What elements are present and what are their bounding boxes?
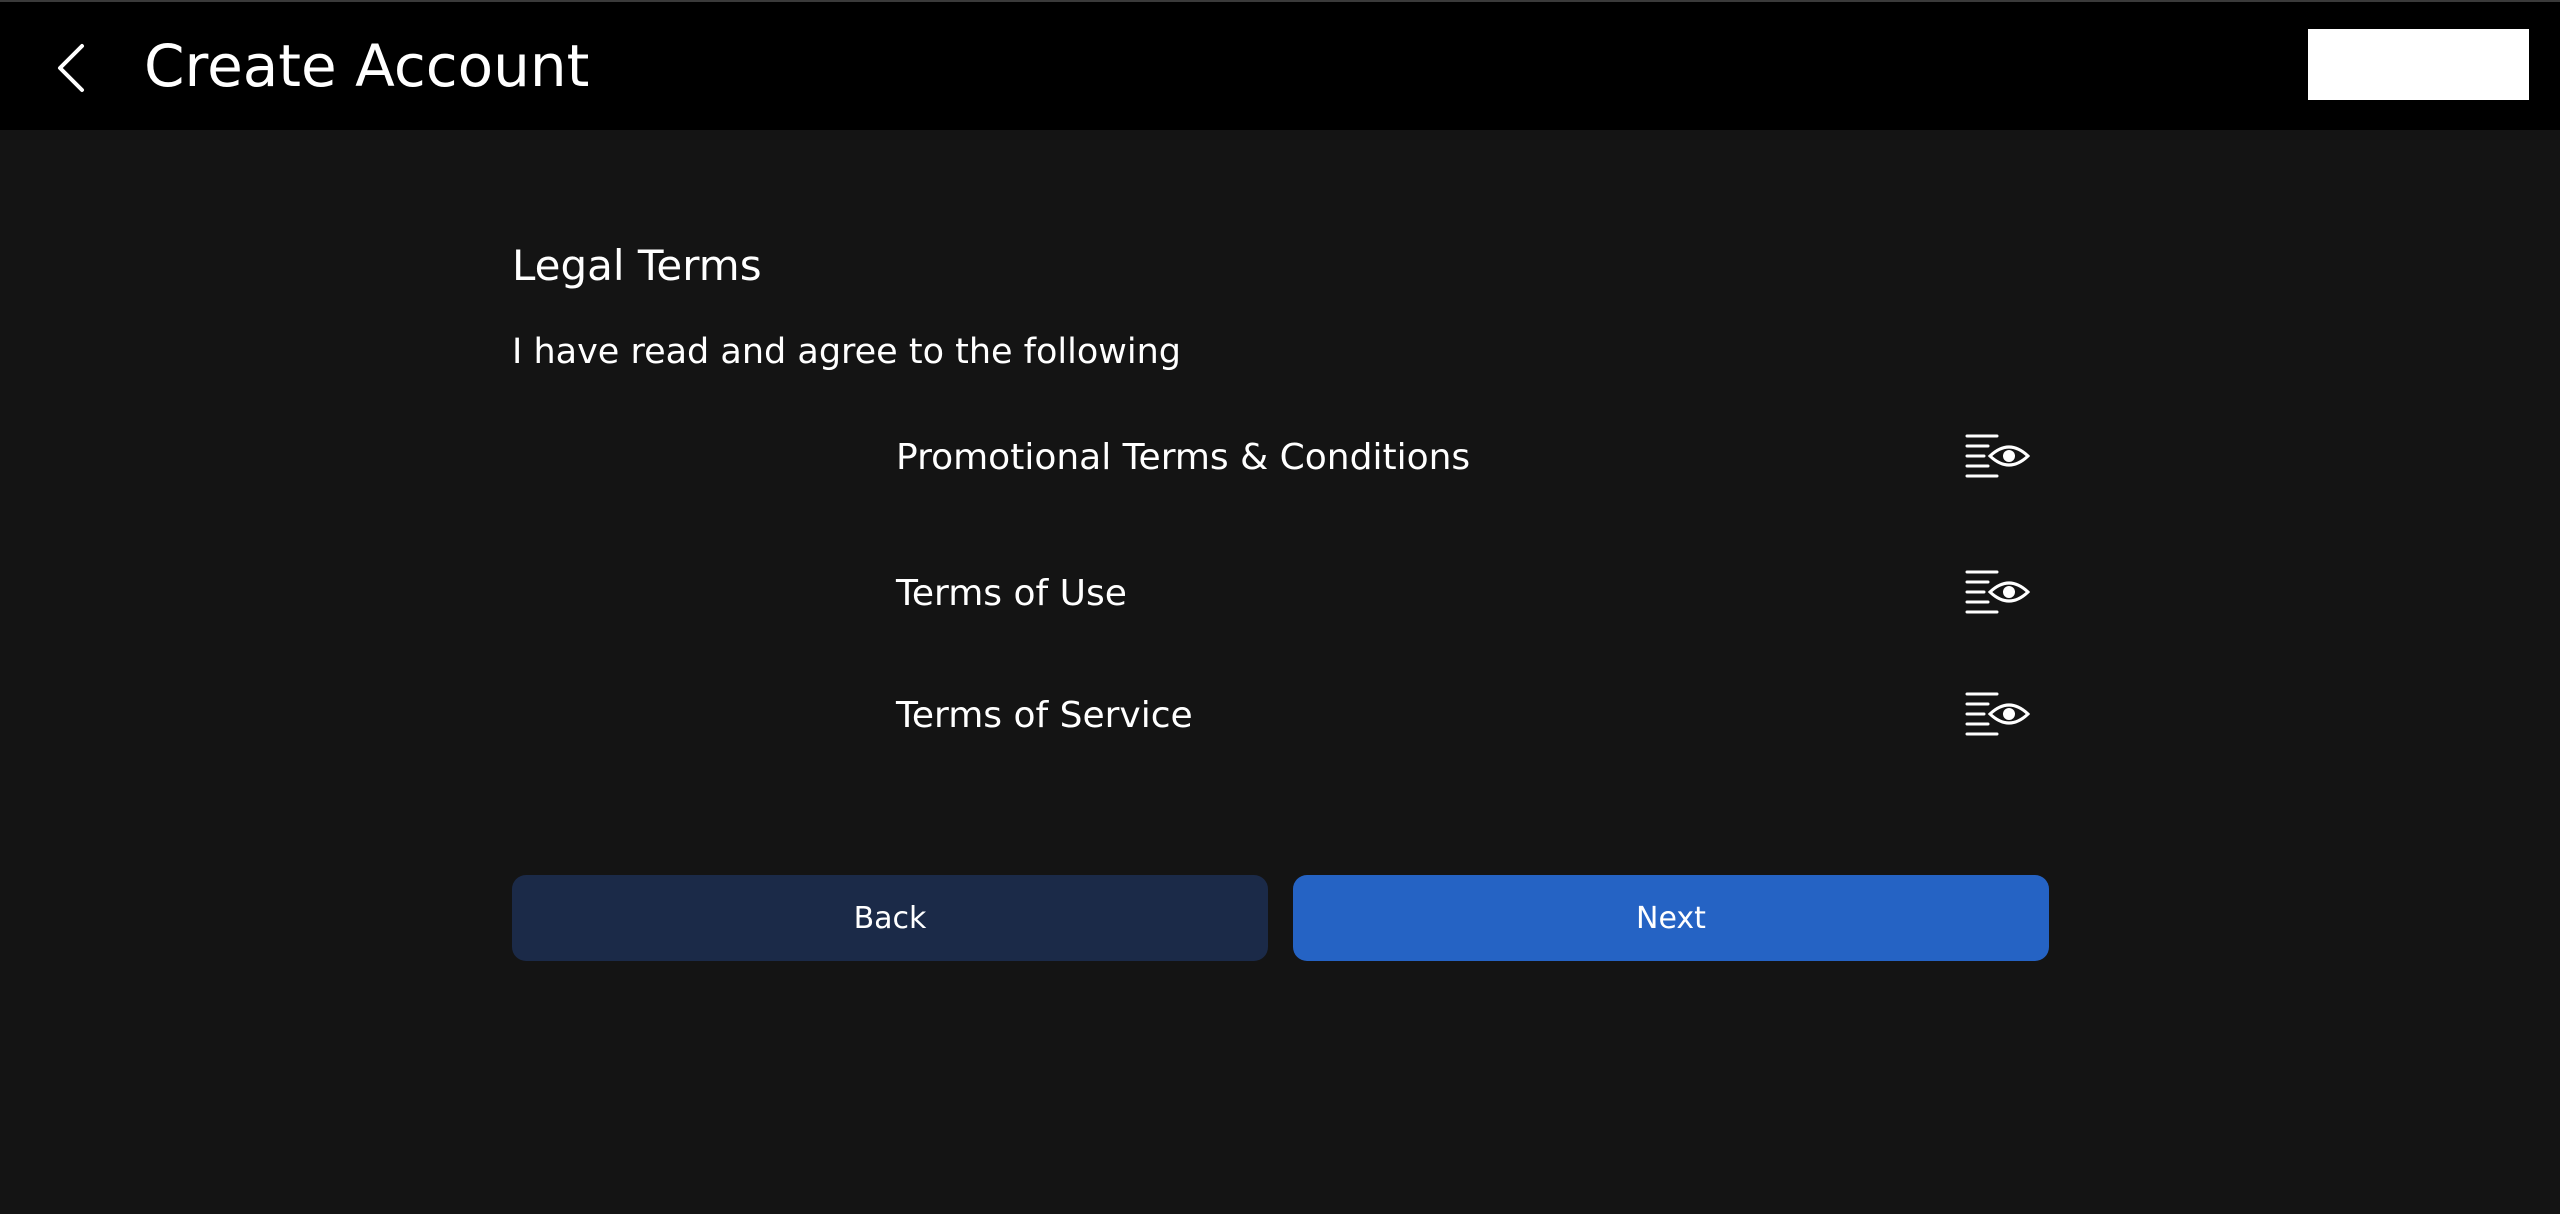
term-label: Terms of Use bbox=[896, 573, 1127, 614]
term-label: Promotional Terms & Conditions bbox=[896, 437, 1471, 478]
section-title: Legal Terms bbox=[512, 241, 762, 290]
back-button[interactable]: Back bbox=[512, 875, 1268, 961]
view-document-icon[interactable] bbox=[1964, 568, 2030, 620]
next-button[interactable]: Next bbox=[1293, 875, 2049, 961]
term-row-promotional: Promotional Terms & Conditions bbox=[896, 422, 2030, 494]
term-label: Terms of Service bbox=[896, 695, 1193, 736]
chevron-left-icon[interactable] bbox=[48, 38, 98, 98]
view-document-icon[interactable] bbox=[1964, 432, 2030, 484]
page-title: Create Account bbox=[144, 32, 590, 100]
header-action-box[interactable] bbox=[2308, 29, 2529, 100]
term-row-terms-of-service: Terms of Service bbox=[896, 680, 2030, 752]
intro-text: I have read and agree to the following bbox=[512, 332, 1182, 372]
header-bar: Create Account bbox=[0, 0, 2560, 130]
view-document-icon[interactable] bbox=[1964, 690, 2030, 742]
term-row-terms-of-use: Terms of Use bbox=[896, 558, 2030, 630]
